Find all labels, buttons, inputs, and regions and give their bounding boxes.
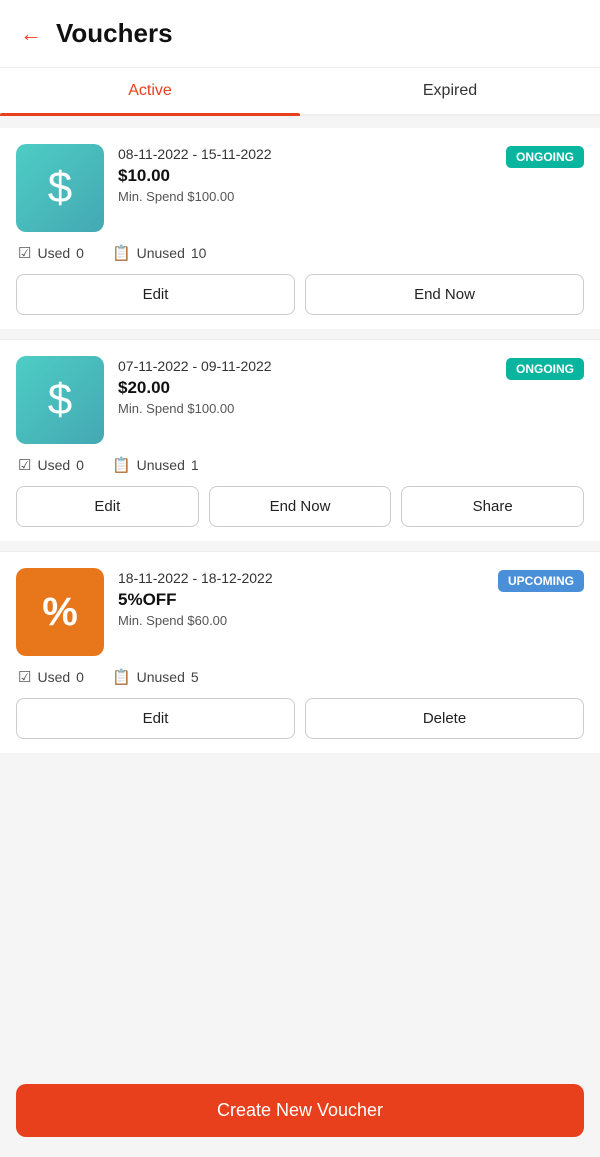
used-label-1: Used — [37, 245, 70, 261]
used-count-1: 0 — [76, 245, 84, 261]
voucher-min-2: Min. Spend $100.00 — [118, 401, 272, 416]
tab-expired[interactable]: Expired — [300, 68, 600, 114]
action-row-1: Edit End Now — [16, 274, 584, 315]
end-now-button-2[interactable]: End Now — [209, 486, 392, 527]
voucher-min-3: Min. Spend $60.00 — [118, 613, 273, 628]
tab-bar: Active Expired — [0, 68, 600, 116]
voucher-icon-3: % — [16, 568, 104, 656]
voucher-card-3: % 18-11-2022 - 18-12-2022 5%OFF Min. Spe… — [0, 552, 600, 753]
voucher-amount-2: $20.00 — [118, 378, 272, 398]
used-label-3: Used — [37, 669, 70, 685]
tab-active[interactable]: Active — [0, 68, 300, 114]
create-btn-container: Create New Voucher — [0, 1070, 600, 1157]
action-row-2: Edit End Now Share — [16, 486, 584, 527]
delete-button-3[interactable]: Delete — [305, 698, 584, 739]
page-title: Vouchers — [56, 18, 173, 49]
unused-label-3: Unused — [137, 669, 185, 685]
voucher-badge-2: ONGOING — [506, 358, 584, 380]
voucher-top-3: % 18-11-2022 - 18-12-2022 5%OFF Min. Spe… — [16, 568, 584, 656]
used-item-3: ☑ Used 0 — [18, 668, 84, 686]
used-count-3: 0 — [76, 669, 84, 685]
clipboard-icon-1: 📋 — [112, 244, 131, 262]
voucher-icon-2: $ — [16, 356, 104, 444]
dollar-icon-1: $ — [48, 163, 72, 213]
used-count-2: 0 — [76, 457, 84, 473]
unused-label-1: Unused — [137, 245, 185, 261]
usage-row-2: ☑ Used 0 📋 Unused 1 — [16, 456, 584, 474]
voucher-info-3: 18-11-2022 - 18-12-2022 5%OFF Min. Spend… — [118, 568, 584, 628]
clipboard-icon-3: 📋 — [112, 668, 131, 686]
check-icon-3: ☑ — [18, 668, 31, 686]
check-icon-2: ☑ — [18, 456, 31, 474]
back-button[interactable]: ← — [20, 21, 42, 47]
voucher-amount-3: 5%OFF — [118, 590, 273, 610]
voucher-card-1: $ 08-11-2022 - 15-11-2022 $10.00 Min. Sp… — [0, 128, 600, 329]
percent-icon-3: % — [42, 590, 78, 635]
used-item-2: ☑ Used 0 — [18, 456, 84, 474]
unused-item-2: 📋 Unused 1 — [112, 456, 199, 474]
header: ← Vouchers — [0, 0, 600, 68]
voucher-date-1: 08-11-2022 - 15-11-2022 — [118, 146, 272, 162]
used-label-2: Used — [37, 457, 70, 473]
edit-button-2[interactable]: Edit — [16, 486, 199, 527]
unused-label-2: Unused — [137, 457, 185, 473]
voucher-badge-3: UPCOMING — [498, 570, 584, 592]
check-icon-1: ☑ — [18, 244, 31, 262]
voucher-icon-1: $ — [16, 144, 104, 232]
unused-item-1: 📋 Unused 10 — [112, 244, 207, 262]
voucher-info-1: 08-11-2022 - 15-11-2022 $10.00 Min. Spen… — [118, 144, 584, 204]
share-button-2[interactable]: Share — [401, 486, 584, 527]
voucher-min-1: Min. Spend $100.00 — [118, 189, 272, 204]
usage-row-3: ☑ Used 0 📋 Unused 5 — [16, 668, 584, 686]
create-voucher-button[interactable]: Create New Voucher — [16, 1084, 584, 1137]
used-item-1: ☑ Used 0 — [18, 244, 84, 262]
end-now-button-1[interactable]: End Now — [305, 274, 584, 315]
voucher-card-2: $ 07-11-2022 - 09-11-2022 $20.00 Min. Sp… — [0, 340, 600, 541]
unused-count-2: 1 — [191, 457, 199, 473]
edit-button-3[interactable]: Edit — [16, 698, 295, 739]
unused-count-3: 5 — [191, 669, 199, 685]
voucher-list: $ 08-11-2022 - 15-11-2022 $10.00 Min. Sp… — [0, 116, 600, 863]
usage-row-1: ☑ Used 0 📋 Unused 10 — [16, 244, 584, 262]
voucher-top-1: $ 08-11-2022 - 15-11-2022 $10.00 Min. Sp… — [16, 144, 584, 232]
unused-item-3: 📋 Unused 5 — [112, 668, 199, 686]
voucher-info-2: 07-11-2022 - 09-11-2022 $20.00 Min. Spen… — [118, 356, 584, 416]
voucher-date-3: 18-11-2022 - 18-12-2022 — [118, 570, 273, 586]
unused-count-1: 10 — [191, 245, 207, 261]
voucher-top-2: $ 07-11-2022 - 09-11-2022 $20.00 Min. Sp… — [16, 356, 584, 444]
action-row-3: Edit Delete — [16, 698, 584, 739]
clipboard-icon-2: 📋 — [112, 456, 131, 474]
edit-button-1[interactable]: Edit — [16, 274, 295, 315]
voucher-date-2: 07-11-2022 - 09-11-2022 — [118, 358, 272, 374]
voucher-badge-1: ONGOING — [506, 146, 584, 168]
voucher-amount-1: $10.00 — [118, 166, 272, 186]
dollar-icon-2: $ — [48, 375, 72, 425]
